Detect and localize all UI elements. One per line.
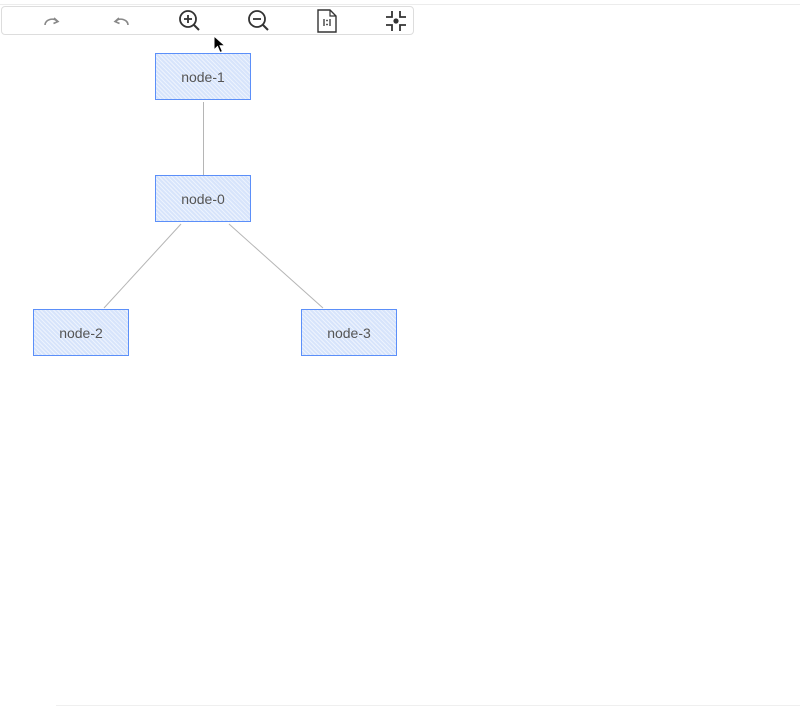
edge-node-0-node-2[interactable] <box>103 223 182 309</box>
graph-node-0[interactable]: node-0 <box>155 175 251 222</box>
node-label: node-0 <box>181 190 225 207</box>
graph-node-1[interactable]: node-1 <box>155 53 251 100</box>
graph-node-3[interactable]: node-3 <box>301 309 397 356</box>
bottom-divider <box>56 705 800 706</box>
node-label: node-2 <box>59 324 103 341</box>
node-label: node-3 <box>327 324 371 341</box>
edge-node-0-node-3[interactable] <box>228 223 324 309</box>
graph-node-2[interactable]: node-2 <box>33 309 129 356</box>
node-label: node-1 <box>181 68 225 85</box>
